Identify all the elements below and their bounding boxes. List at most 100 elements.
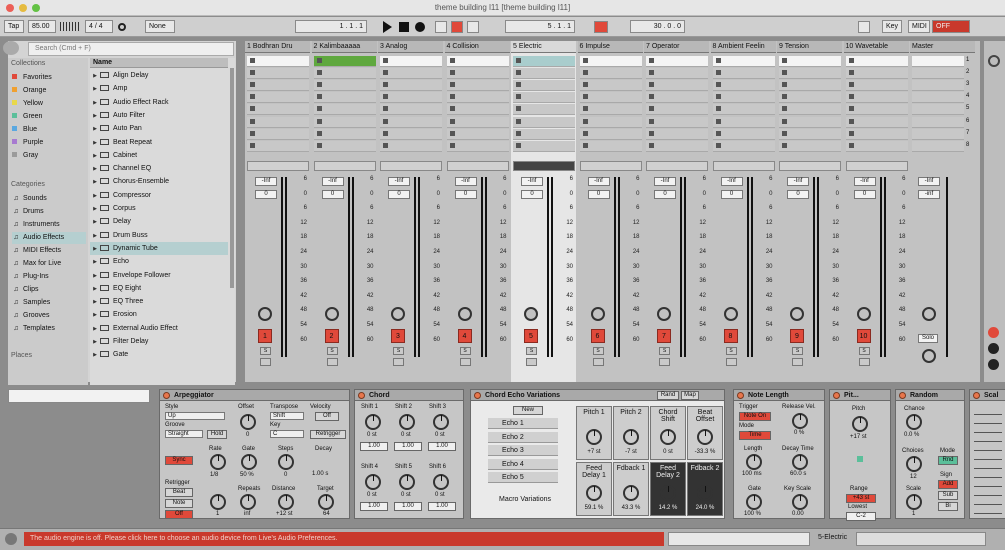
browser-item[interactable]: ▶ External Audio Effect — [90, 322, 228, 335]
chord-shift-knob[interactable] — [433, 414, 449, 430]
track-volume-field[interactable]: -Inf — [255, 177, 277, 186]
track-volume-field[interactable]: -Inf — [321, 177, 344, 186]
clip-slot[interactable] — [513, 104, 575, 116]
random-sub-button[interactable]: Sub — [938, 491, 958, 500]
category-item[interactable]: ♫ Max for Live — [12, 258, 61, 270]
clip-stop-icon[interactable] — [250, 82, 255, 88]
track-arm-button[interactable] — [792, 358, 803, 366]
track-volume-field[interactable]: -Inf — [654, 177, 676, 186]
clip-slot[interactable] — [446, 116, 509, 128]
arp-repeats-knob[interactable] — [240, 494, 256, 510]
expand-arrow-icon[interactable]: ▶ — [90, 70, 100, 83]
browser-item[interactable]: ▶ Gate — [90, 348, 228, 361]
browser-search-input[interactable]: Search (Cmd + F) — [28, 42, 234, 56]
track-io-strip[interactable] — [779, 161, 841, 171]
variation-slot[interactable]: Echo 1 — [488, 418, 558, 429]
track-arm-button[interactable] — [858, 358, 870, 366]
random-scale-knob[interactable] — [906, 494, 922, 510]
status-message[interactable]: The audio engine is off. Please click he… — [24, 532, 664, 546]
clip-slot[interactable] — [313, 140, 376, 152]
clip-slot[interactable] — [380, 116, 442, 128]
arp-style-menu[interactable]: Up — [165, 412, 225, 420]
cev-rand-button[interactable]: Rand — [657, 391, 679, 400]
macro-control[interactable]: Fdback 2 24.0 % — [687, 462, 723, 516]
clip-stop-icon[interactable] — [383, 94, 388, 100]
variation-slot[interactable]: Echo 3 — [488, 445, 558, 456]
chord-velocity-field[interactable]: 1.00 — [360, 502, 388, 511]
clip-slot[interactable] — [646, 68, 708, 80]
clip-stop-icon[interactable] — [715, 58, 721, 63]
expand-arrow-icon[interactable]: ▶ — [90, 323, 100, 336]
clip-slot[interactable] — [646, 92, 708, 104]
sends-icon[interactable] — [988, 359, 999, 370]
chord-velocity-field[interactable]: 1.00 — [394, 442, 422, 451]
clip-stop-icon[interactable] — [250, 58, 255, 63]
nl-key-scale-knob[interactable] — [792, 494, 808, 510]
track-io-strip[interactable] — [513, 161, 575, 171]
clip-stop-icon[interactable] — [516, 58, 521, 63]
browser-item[interactable]: ▶ Auto Pan — [90, 122, 228, 135]
record-icon[interactable] — [415, 22, 425, 32]
expand-arrow-icon[interactable]: ▶ — [90, 176, 100, 189]
arp-retrigger-beat-button[interactable]: Beat — [165, 488, 193, 497]
clip-slot[interactable] — [779, 92, 841, 104]
variation-slot[interactable]: Echo 4 — [488, 458, 558, 470]
clip-stop-icon[interactable] — [848, 106, 854, 112]
track-arm-button[interactable] — [592, 358, 604, 366]
scene-launch[interactable] — [912, 68, 964, 80]
browser-item[interactable]: ▶ EQ Eight — [90, 282, 228, 295]
browser-scrollbar[interactable] — [230, 68, 234, 288]
time-signature-field[interactable]: 4 / 4 — [85, 20, 113, 33]
nl-power-icon[interactable] — [737, 392, 744, 399]
track-solo-button[interactable]: S — [592, 347, 604, 355]
track-pan-knob[interactable] — [790, 307, 804, 321]
clip-slot[interactable] — [446, 80, 509, 92]
clip-slot[interactable] — [579, 128, 642, 140]
nl-trigger-button[interactable]: Note On — [739, 412, 771, 421]
browser-item[interactable]: ▶ Cabinet — [90, 149, 228, 162]
expand-arrow-icon[interactable]: ▶ — [90, 216, 100, 229]
clip-stop-icon[interactable] — [316, 142, 322, 148]
track-title[interactable]: 5 Electric — [511, 41, 576, 53]
chord-velocity-field[interactable]: 1.00 — [428, 502, 456, 511]
clip-slot[interactable] — [380, 104, 442, 116]
clip-stop-icon[interactable] — [383, 118, 388, 124]
clip-stop-icon[interactable] — [316, 58, 322, 63]
browser-item[interactable]: ▶ Erosion — [90, 308, 228, 321]
chord-shift-knob[interactable] — [399, 474, 415, 490]
track-activator-button[interactable]: 3 — [391, 329, 405, 343]
track-arm-button[interactable] — [260, 358, 271, 366]
random-bi-button[interactable]: Bi — [938, 502, 958, 511]
track-volume-field[interactable]: -Inf — [587, 177, 610, 186]
scene-launch[interactable] — [912, 140, 964, 152]
clip-slot[interactable] — [646, 56, 708, 67]
clip-slot[interactable] — [247, 116, 309, 128]
clip-stop-icon[interactable] — [848, 130, 854, 136]
nudge-icon[interactable] — [60, 22, 80, 31]
track-arm-button[interactable] — [526, 358, 537, 366]
clip-stop-icon[interactable] — [715, 94, 721, 100]
clip-slot[interactable] — [845, 56, 908, 67]
clip-stop-icon[interactable] — [449, 82, 455, 88]
expand-arrow-icon[interactable]: ▶ — [90, 97, 100, 110]
track-arm-button[interactable] — [659, 358, 670, 366]
clip-stop-icon[interactable] — [649, 118, 654, 124]
clip-stop-icon[interactable] — [715, 106, 721, 112]
track-solo-button[interactable]: S — [326, 347, 338, 355]
clip-stop-icon[interactable] — [848, 94, 854, 100]
browser-toggle-icon[interactable] — [3, 41, 19, 55]
scene-launch[interactable] — [912, 116, 964, 128]
random-add-button[interactable]: Add — [938, 480, 958, 489]
clip-slot[interactable] — [313, 116, 376, 128]
macro-control[interactable]: Pitch 1 +7 st — [576, 406, 612, 460]
clip-stop-icon[interactable] — [848, 58, 854, 63]
scene-launch[interactable] — [912, 104, 964, 116]
clip-stop-icon[interactable] — [649, 130, 654, 136]
clip-slot[interactable] — [380, 68, 442, 80]
master-volume-field[interactable]: -Inf — [918, 177, 940, 186]
macro-control[interactable]: Beat Offset -33.3 % — [687, 406, 723, 460]
clip-stop-icon[interactable] — [715, 70, 721, 76]
scene-launch[interactable] — [912, 92, 964, 104]
arp-velocity-toggle[interactable]: Off — [315, 412, 339, 421]
clip-slot[interactable] — [380, 80, 442, 92]
